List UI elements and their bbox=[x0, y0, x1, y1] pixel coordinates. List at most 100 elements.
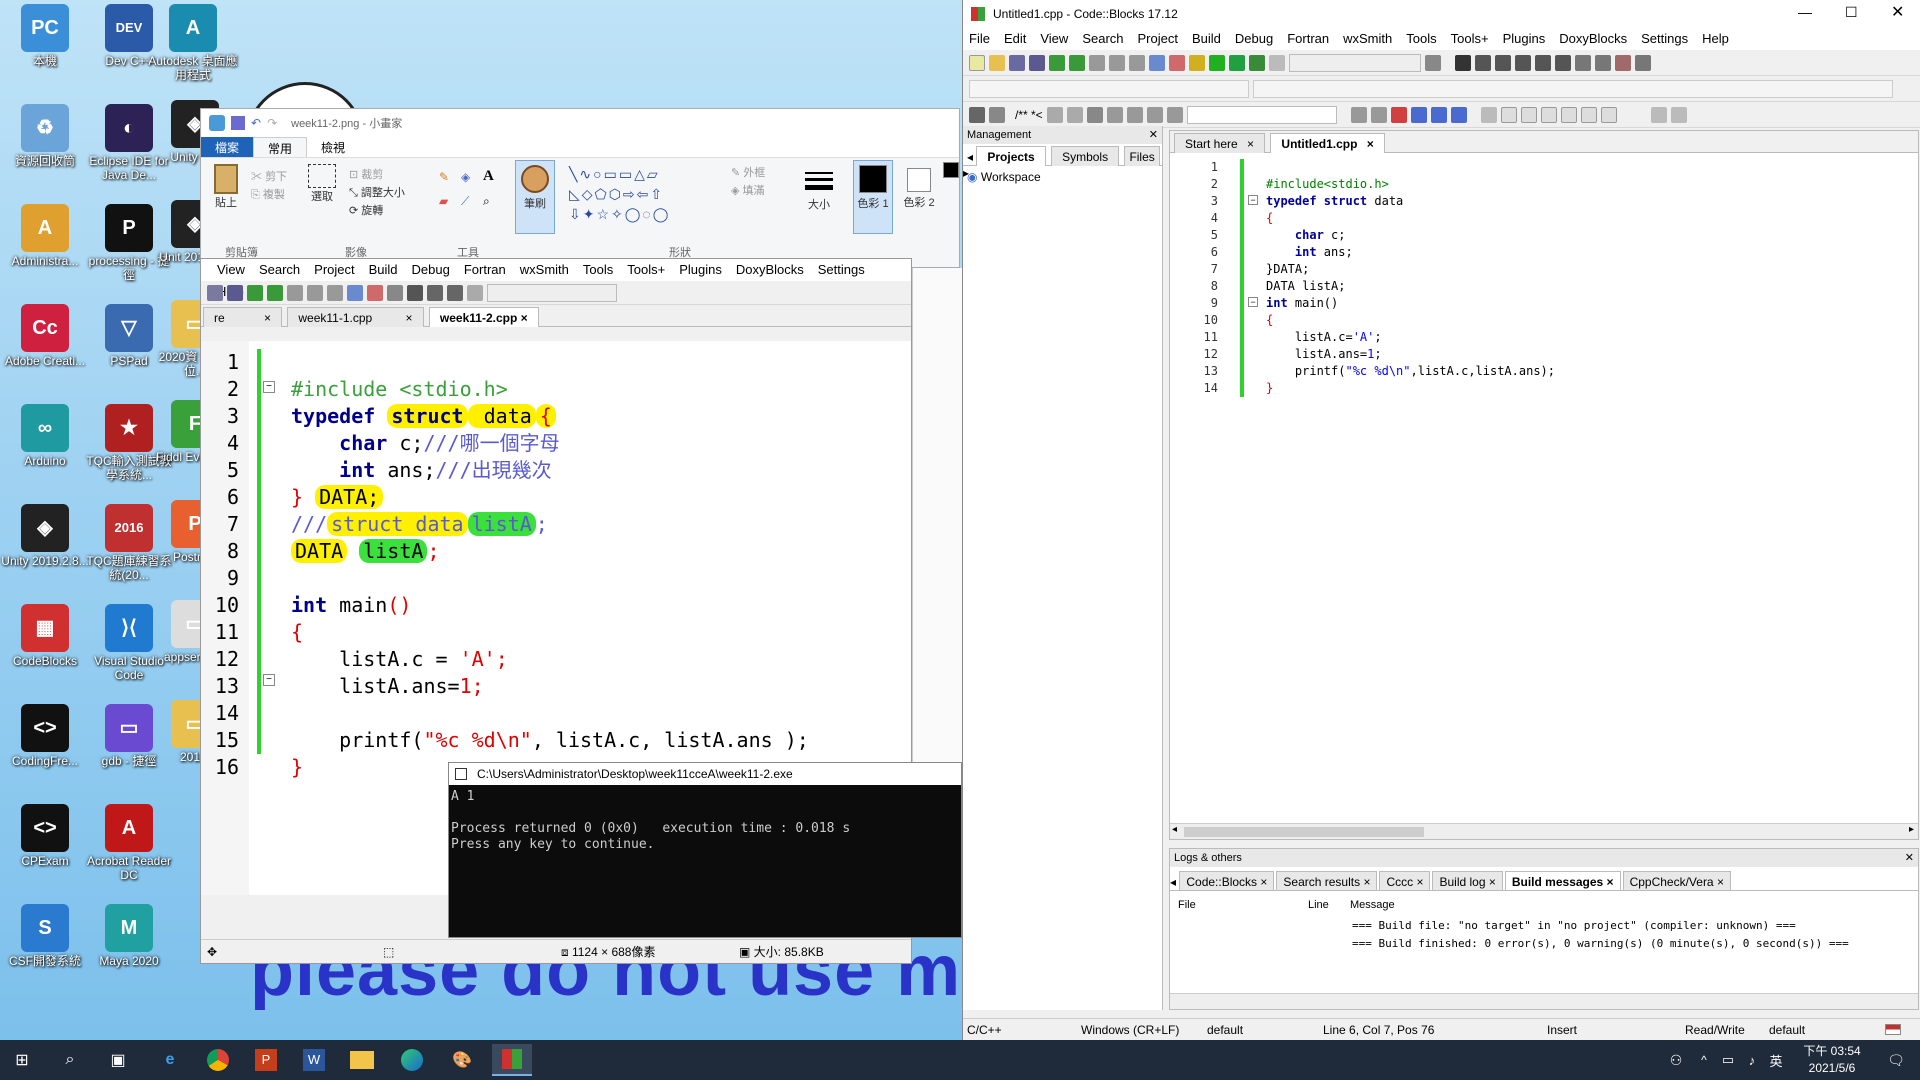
volume-icon[interactable]: ♪ bbox=[1740, 1044, 1764, 1076]
fill-button[interactable]: ◈ 填滿 bbox=[731, 182, 765, 198]
desktop-icon[interactable]: M Maya 2020 bbox=[84, 904, 174, 968]
log-tab-cppcheck-vera[interactable]: CppCheck/Vera × bbox=[1622, 871, 1731, 890]
close-button[interactable]: ✕ bbox=[1891, 2, 1904, 22]
horizontal-scrollbar[interactable]: ◂ ▸ bbox=[1170, 823, 1918, 839]
ime-indicator[interactable]: 英 bbox=[1764, 1044, 1788, 1076]
menu-doxyblocks[interactable]: DoxyBlocks bbox=[1559, 28, 1627, 50]
zoom-in-icon[interactable] bbox=[1650, 106, 1667, 123]
paste-button[interactable]: 貼上 bbox=[211, 164, 241, 210]
console-window[interactable]: C:\Users\Administrator\Desktop\week11cce… bbox=[448, 762, 962, 938]
rotate-button[interactable]: ⟳ 旋轉 bbox=[349, 202, 383, 218]
save-icon[interactable] bbox=[207, 284, 223, 301]
build-icon[interactable] bbox=[387, 284, 403, 301]
desktop-icon[interactable]: <> CodingFre... bbox=[0, 704, 90, 768]
tab-home[interactable]: 常用 bbox=[253, 137, 308, 157]
codeblocks-taskbar-icon[interactable] bbox=[492, 1044, 532, 1076]
picker-icon[interactable]: ⟋ bbox=[461, 194, 469, 209]
fold-marker[interactable]: − bbox=[1248, 297, 1258, 307]
magnifier-icon[interactable]: ⌕ bbox=[483, 194, 490, 209]
select-button[interactable]: 選取 bbox=[307, 164, 337, 204]
notification-icon[interactable]: 🗨 bbox=[1876, 1044, 1916, 1076]
desktop-icon[interactable]: S CSF開發系統 bbox=[0, 904, 90, 968]
log-tab-cccc[interactable]: Cccc × bbox=[1379, 871, 1431, 890]
shape-icon[interactable] bbox=[1580, 106, 1597, 123]
log-tab-search-results[interactable]: Search results × bbox=[1276, 871, 1378, 890]
menu-tools[interactable]: Tools bbox=[1406, 28, 1436, 50]
target-options-icon[interactable] bbox=[1425, 54, 1441, 71]
start-button[interactable]: ⊞ bbox=[2, 1044, 42, 1076]
next-icon[interactable] bbox=[1370, 106, 1387, 123]
doxy-icon[interactable] bbox=[969, 106, 985, 123]
undo-icon[interactable] bbox=[247, 284, 263, 301]
pointer-icon[interactable] bbox=[1480, 106, 1497, 123]
shape-icon[interactable] bbox=[1500, 106, 1517, 123]
close-icon[interactable]: ✕ bbox=[1905, 849, 1914, 867]
col-file[interactable]: File bbox=[1178, 899, 1196, 911]
log-tab-code-blocks[interactable]: Code::Blocks × bbox=[1179, 871, 1275, 890]
eraser-icon[interactable]: ▰ bbox=[439, 194, 448, 208]
open-icon[interactable] bbox=[989, 54, 1005, 71]
tab-file[interactable]: 檔案 bbox=[201, 137, 254, 157]
desktop-icon[interactable]: A Acrobat Reader DC bbox=[84, 804, 174, 882]
col-line[interactable]: Line bbox=[1308, 899, 1329, 911]
target-dropdown[interactable] bbox=[487, 283, 617, 302]
menu-tools[interactable]: Tools+ bbox=[1451, 28, 1489, 50]
shape-icon[interactable] bbox=[1560, 106, 1577, 123]
desktop-icon[interactable]: ◈ Unity 2019.2.8... bbox=[0, 504, 90, 568]
cut-icon[interactable] bbox=[1089, 54, 1105, 71]
tab-files[interactable]: Files bbox=[1124, 146, 1160, 166]
menu-build[interactable]: Build bbox=[369, 259, 398, 281]
new-file-icon[interactable] bbox=[969, 54, 985, 71]
menu-view[interactable]: View bbox=[217, 259, 245, 281]
edge-icon[interactable] bbox=[392, 1044, 432, 1076]
desktop-icon[interactable]: A Autodesk 桌面應用程式 bbox=[148, 4, 238, 82]
copy-icon[interactable] bbox=[1109, 54, 1125, 71]
menu-doxyblocks[interactable]: DoxyBlocks bbox=[736, 259, 804, 281]
step-into-icon[interactable] bbox=[1515, 54, 1531, 71]
close-icon[interactable]: × bbox=[1367, 137, 1374, 151]
bookmark-icon[interactable] bbox=[1126, 106, 1143, 123]
size-button[interactable]: 大小 bbox=[801, 168, 837, 232]
menu-debug[interactable]: Debug bbox=[1235, 28, 1273, 50]
menu-edit[interactable]: Edit bbox=[1004, 28, 1026, 50]
close-icon[interactable]: × bbox=[1247, 137, 1254, 151]
fold-marker[interactable]: − bbox=[263, 674, 275, 686]
tab-re[interactable]: re × bbox=[203, 307, 283, 327]
close-icon[interactable]: × bbox=[406, 311, 413, 325]
pencil-icon[interactable]: ✎ bbox=[439, 170, 449, 184]
desktop-icon[interactable]: ▦ CodeBlocks bbox=[0, 604, 90, 668]
build-run-icon[interactable] bbox=[1229, 54, 1245, 71]
shape-icon[interactable] bbox=[1540, 106, 1557, 123]
debug-windows-icon[interactable] bbox=[1615, 54, 1631, 71]
scope-dropdown[interactable] bbox=[969, 79, 1249, 98]
fill-icon[interactable]: ◈ bbox=[461, 170, 470, 184]
menu-settings[interactable]: Settings bbox=[1641, 28, 1688, 50]
menu-search[interactable]: Search bbox=[1082, 28, 1123, 50]
people-icon[interactable]: ⚇ bbox=[1656, 1044, 1696, 1076]
step-icon[interactable] bbox=[1475, 54, 1491, 71]
wrench-icon[interactable] bbox=[1086, 106, 1103, 123]
maximize-button[interactable]: ☐ bbox=[1845, 4, 1858, 21]
scroll-thumb[interactable] bbox=[1184, 827, 1424, 837]
resize-button[interactable]: ⤡ 調整大小 bbox=[349, 184, 405, 200]
aa-icon[interactable] bbox=[1430, 106, 1447, 123]
outline-button[interactable]: ✎ 外框 bbox=[731, 164, 765, 180]
find-icon[interactable] bbox=[1149, 54, 1165, 71]
doxy-run-icon[interactable] bbox=[989, 106, 1005, 123]
color1-button[interactable]: 色彩 1 bbox=[853, 160, 893, 234]
menu-settings[interactable]: Settings bbox=[818, 259, 865, 281]
abort-icon[interactable] bbox=[1269, 54, 1285, 71]
highlight-icon[interactable] bbox=[1390, 106, 1407, 123]
copy-button[interactable]: ⎘ 複製 bbox=[251, 186, 285, 202]
find-icon[interactable] bbox=[347, 284, 363, 301]
menu-wxsmith[interactable]: wxSmith bbox=[520, 259, 569, 281]
menu-project[interactable]: Project bbox=[314, 259, 354, 281]
task-view-icon[interactable]: ▣ bbox=[98, 1044, 138, 1076]
rebuild-icon[interactable] bbox=[447, 284, 463, 301]
clock[interactable]: 下午 03:54 2021/5/6 bbox=[1792, 1043, 1872, 1077]
copy-icon[interactable] bbox=[307, 284, 323, 301]
save-icon[interactable] bbox=[1009, 54, 1025, 71]
build-target-dropdown[interactable] bbox=[1289, 53, 1421, 72]
paint-taskbar-icon[interactable]: 🎨 bbox=[442, 1044, 482, 1076]
workspace-item[interactable]: ◉ Workspace bbox=[963, 166, 1162, 188]
